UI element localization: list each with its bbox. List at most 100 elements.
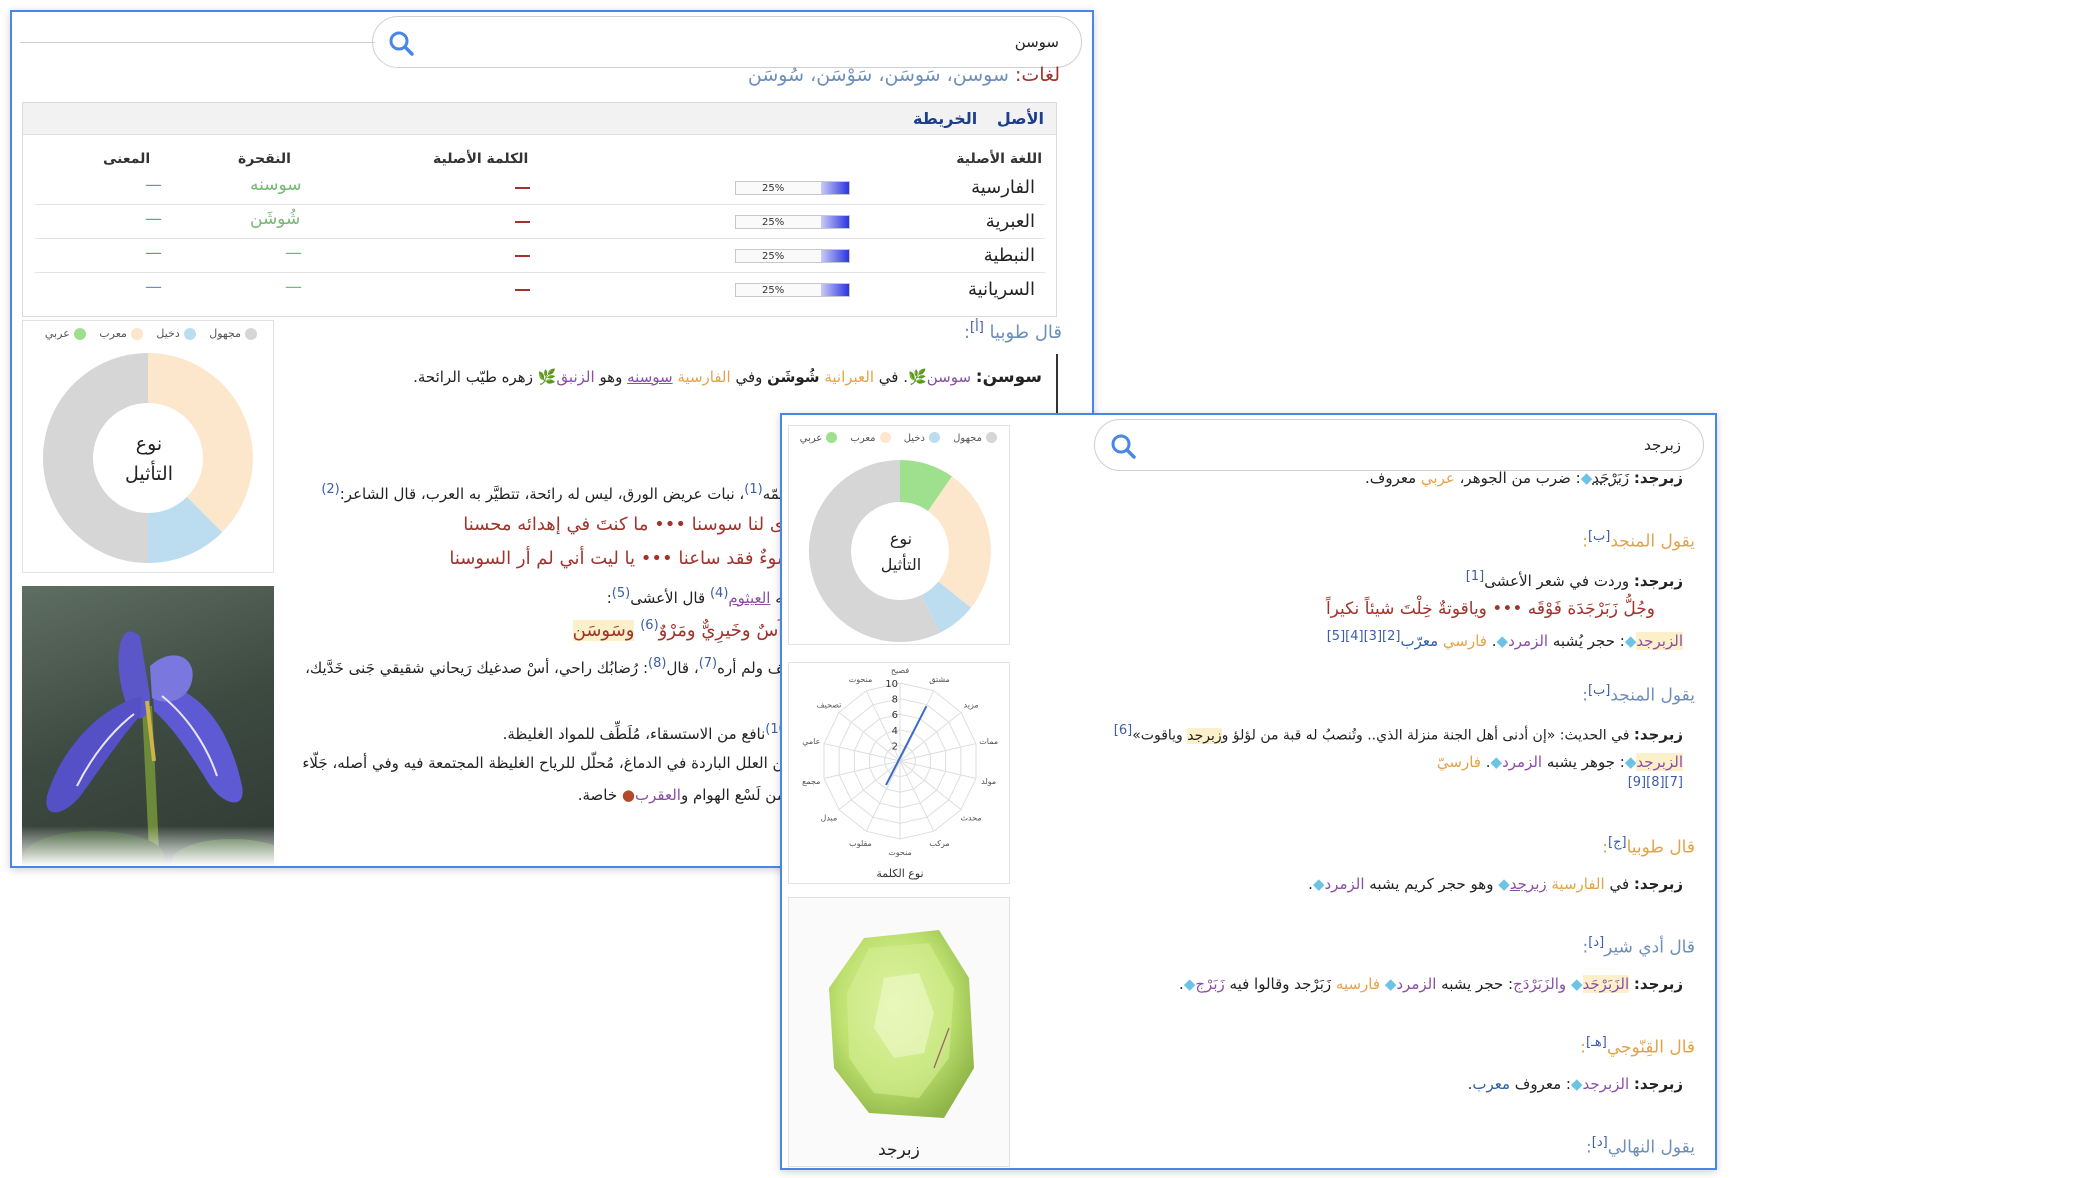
footnote-refs[interactable]: [7][8][9] bbox=[1628, 775, 1683, 790]
footnote-ref[interactable]: (4) bbox=[710, 586, 728, 601]
progress-value: 25% bbox=[762, 285, 785, 296]
word-link[interactable]: الزمرد bbox=[1502, 753, 1542, 771]
entry-headword: زبرجد: bbox=[1633, 975, 1683, 993]
entry-line-4: زبرجد: في الحديث: «إن أدنى أهل الجنة منز… bbox=[1114, 723, 1683, 744]
entry-line-7: زبرجد: الزَبَرْجَد◆ والزَبَرْدَج: حجر يش… bbox=[1179, 975, 1683, 993]
word-link[interactable]: العقرب bbox=[635, 786, 681, 804]
row-meaning: — bbox=[145, 243, 162, 263]
word-link[interactable]: الزمرد bbox=[1396, 975, 1436, 993]
text-line-7: (10)نافع من الاستسقاء، مُلَطِّف للمواد ا… bbox=[503, 722, 792, 743]
reference-link[interactable]: [أ] bbox=[970, 320, 984, 335]
text: زَبَرْجد وقالوا فيه bbox=[1229, 975, 1332, 993]
gem-icon: ◆ bbox=[1384, 975, 1397, 993]
row-meaning: — bbox=[145, 175, 162, 195]
variants-label: لغات: bbox=[1014, 64, 1060, 86]
language-link[interactable]: فارسي bbox=[1443, 632, 1487, 650]
word-link[interactable]: زبرجد bbox=[1510, 875, 1547, 893]
poem-line-2: سوءٌ فقد ساعنا ••• يا ليت أني لم أر السو… bbox=[449, 548, 792, 569]
language-link[interactable]: فارسيه bbox=[1336, 975, 1380, 993]
radar-axis-label: مزيد bbox=[964, 700, 979, 709]
text: معروف. bbox=[1365, 469, 1417, 487]
word-link[interactable]: الزبرجد bbox=[1636, 632, 1683, 650]
footnote-ref[interactable]: (6) bbox=[640, 618, 658, 633]
footnote-ref[interactable]: [1] bbox=[1466, 569, 1484, 584]
footnote-ref[interactable]: (1) bbox=[744, 482, 762, 497]
row-language[interactable]: السريانية bbox=[968, 279, 1035, 300]
footnote-ref[interactable]: [6] bbox=[1114, 723, 1132, 738]
radar-axis-label: تصحيف bbox=[816, 700, 841, 709]
original-word-dash bbox=[515, 187, 530, 189]
word-link[interactable]: زَبَرْج bbox=[1195, 975, 1224, 993]
row-language[interactable]: النبطية bbox=[984, 245, 1035, 266]
tab-origin[interactable]: الأصل bbox=[997, 109, 1044, 128]
donut-center-label: نوع التأثيل bbox=[99, 429, 199, 489]
word-link[interactable]: زَبَرْجَد bbox=[1592, 469, 1629, 487]
footnote-ref[interactable]: (8) bbox=[648, 656, 666, 671]
footnote-refs[interactable]: [2][3][4][5] bbox=[1327, 629, 1401, 644]
row-language[interactable]: الفارسية bbox=[971, 177, 1035, 198]
footnote-ref[interactable]: (2) bbox=[321, 482, 339, 497]
search-icon[interactable] bbox=[1107, 430, 1141, 464]
text: قال الأعشى bbox=[630, 589, 706, 607]
heading-text: يقول المنجد bbox=[1610, 531, 1695, 552]
word-link[interactable]: سوسنه bbox=[627, 368, 672, 386]
table-row: النبطية 25% — — bbox=[35, 239, 1045, 273]
reference-link[interactable]: [د] bbox=[1592, 1135, 1608, 1150]
classification-link[interactable]: معرب bbox=[1472, 1075, 1510, 1093]
original-word-dash bbox=[515, 255, 530, 257]
word-link[interactable]: الزَبَرْجَد bbox=[1582, 975, 1630, 993]
text: وهو حجر كريم يشبه bbox=[1369, 875, 1494, 893]
language-link[interactable]: عربي bbox=[1421, 469, 1455, 487]
reference-link[interactable]: [د] bbox=[1588, 935, 1604, 950]
search-icon[interactable] bbox=[385, 27, 419, 61]
reference-link[interactable]: [ب] bbox=[1588, 529, 1610, 544]
peridot-image-panel: زبرجد bbox=[788, 897, 1010, 1167]
gem-icon: ◆ bbox=[1498, 875, 1510, 893]
variants: سوسن، سَوسَن، سَوْسَن، سُوسَن bbox=[747, 64, 1009, 86]
text: : معروف bbox=[1514, 1075, 1571, 1093]
radar-axis-label: مولد bbox=[981, 777, 996, 786]
highlighted-word: زبرجد bbox=[1187, 727, 1222, 744]
word-link[interactable]: والزَبَرْدَج bbox=[1513, 975, 1566, 993]
progress-value: 25% bbox=[762, 251, 785, 262]
word-link[interactable]: الزمرد bbox=[1325, 875, 1365, 893]
row-language[interactable]: العبرية bbox=[986, 211, 1035, 232]
source-heading: قال طوبيا[ج]: bbox=[1602, 835, 1695, 858]
tab-map[interactable]: الخريطة bbox=[913, 109, 977, 128]
radar-tick-label: 2 bbox=[892, 741, 898, 752]
search-input[interactable]: زبرجد bbox=[1094, 419, 1704, 471]
legend-arabi: عربي bbox=[799, 432, 823, 444]
classification-link[interactable]: معرّب bbox=[1400, 632, 1438, 650]
word-link[interactable]: الزبرجد bbox=[1583, 1075, 1630, 1093]
reference-link[interactable]: [ج] bbox=[1608, 835, 1627, 850]
search-input[interactable]: سوسن bbox=[372, 16, 1082, 68]
footnote-ref[interactable]: (7) bbox=[699, 656, 717, 671]
word-link[interactable]: الزمرد bbox=[1508, 632, 1548, 650]
word-link[interactable]: الزنبق bbox=[556, 368, 594, 386]
reference-link[interactable]: [ب] bbox=[1588, 683, 1610, 698]
entry-line-6: زبرجد: في الفارسية زبرجد◆ وهو حجر كريم ي… bbox=[1308, 875, 1683, 893]
word-link[interactable]: سوسن bbox=[927, 368, 971, 386]
language-link[interactable]: الفارسية bbox=[677, 368, 730, 386]
source-heading: قال أدي شير[د]: bbox=[1582, 935, 1696, 958]
progress-bar: 25% bbox=[735, 181, 850, 195]
text-line-9: ومن لَسْع الهوام والعقرب● خاصة. bbox=[578, 786, 792, 804]
text-line-4: يته العيثوم(4) قال الأعشى(5): bbox=[607, 586, 792, 607]
poem-text: وآسٌ وخَيرِيٌّ ومَرْوٌ bbox=[658, 620, 792, 641]
word-link[interactable]: العيثوم bbox=[728, 589, 770, 607]
text: وهو bbox=[599, 368, 623, 386]
text: ومن لَسْع الهوام و bbox=[680, 786, 792, 804]
legend-majhool: مجهول bbox=[953, 432, 982, 444]
word-link[interactable]: الزبرجد bbox=[1636, 753, 1683, 771]
language-link[interactable]: الفارسية bbox=[1551, 875, 1604, 893]
footnote-ref[interactable]: (5) bbox=[612, 586, 630, 601]
original-word-dash bbox=[515, 289, 530, 291]
table-tabs: الأصل الخريطة bbox=[23, 103, 1056, 135]
language-link[interactable]: العبرانية bbox=[824, 368, 874, 386]
reference-link[interactable]: [هـ] bbox=[1586, 1035, 1607, 1050]
row-meaning: — bbox=[145, 209, 162, 229]
language-link[interactable]: فارسيّ bbox=[1437, 753, 1481, 771]
entry-line-3: الزبرجد◆: حجر يُشبه الزمرد◆. فارسي معرّب… bbox=[1327, 629, 1683, 650]
poem-line-3: وآسٌ وخَيرِيٌّ ومَرْوٌ(6) وسَوسَن bbox=[572, 618, 792, 641]
text: : حجر يُشبه bbox=[1552, 632, 1625, 650]
